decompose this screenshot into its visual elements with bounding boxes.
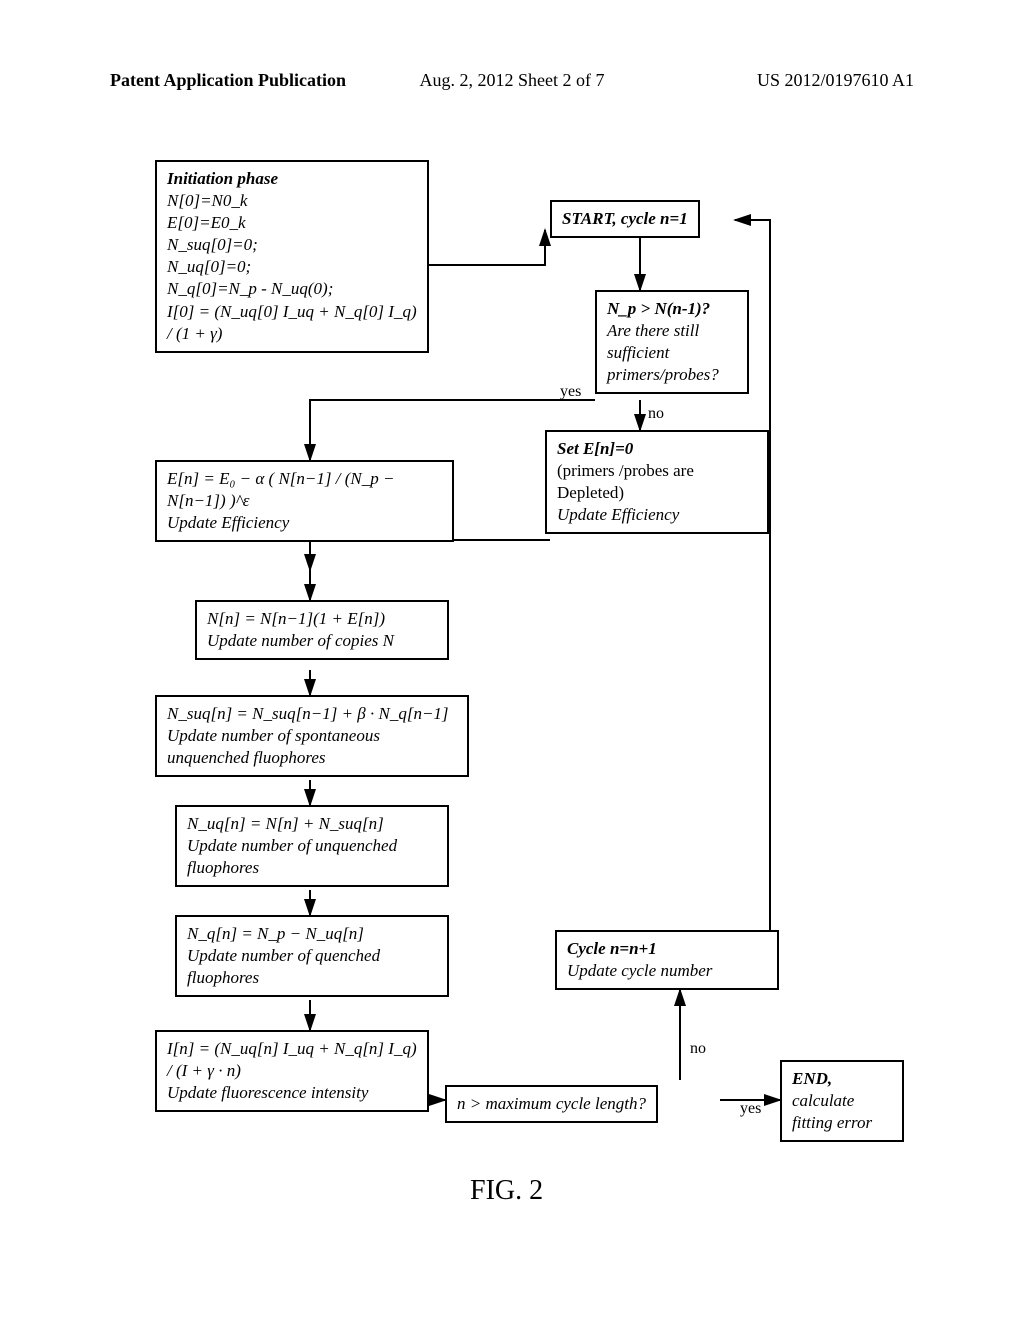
sete0-l1: Set E[n]=0 (557, 438, 757, 460)
init-l6: I[0] = (N_uq[0] I_uq + N_q[0] I_q) / (1 … (167, 301, 417, 345)
check-q: N_p > N(n-1)? (607, 298, 737, 320)
box-initiation: Initiation phase N[0]=N0_k E[0]=E0_k N_s… (155, 160, 429, 353)
intensity-formula: I[n] = (N_uq[n] I_uq + N_q[n] I_q) / (I … (167, 1038, 417, 1082)
uq-cap: Update number of unquenched fluophores (187, 835, 437, 879)
sete0-l3: Depleted) (557, 482, 757, 504)
label-no-1: no (648, 405, 664, 423)
box-maxcycle: n > maximum cycle length? (445, 1085, 658, 1123)
header-center: Aug. 2, 2012 Sheet 2 of 7 (420, 70, 605, 91)
figure-label: FIG. 2 (470, 1175, 543, 1207)
box-end: END, calculate fitting error (780, 1060, 904, 1142)
eff-cap: Update Efficiency (167, 512, 442, 534)
eff-formula: E[n] = E₀ − α ( N[n−1] / (N_p − N[n−1]) … (167, 468, 442, 512)
init-l2: E[0]=E0_k (167, 212, 417, 234)
box-check-primers: N_p > N(n-1)? Are there still sufficient… (595, 290, 749, 394)
box-copies: N[n] = N[n−1](1 + E[n]) Update number of… (195, 600, 449, 660)
init-l3: N_suq[0]=0; (167, 234, 417, 256)
init-l5: N_q[0]=N_p - N_uq(0); (167, 278, 417, 300)
box-intensity: I[n] = (N_uq[n] I_uq + N_q[n] I_q) / (I … (155, 1030, 429, 1112)
q-cap: Update number of quenched fluophores (187, 945, 437, 989)
q-formula: N_q[n] = N_p − N_uq[n] (187, 923, 437, 945)
label-yes-1: yes (560, 383, 581, 401)
copies-formula: N[n] = N[n−1](1 + E[n]) (207, 608, 437, 630)
box-suq: N_suq[n] = N_suq[n−1] + β · N_q[n−1] Upd… (155, 695, 469, 777)
check-cap: Are there still sufficient primers/probe… (607, 320, 737, 386)
label-no-2: no (690, 1040, 706, 1058)
sete0-cap: Update Efficiency (557, 504, 757, 526)
suq-formula: N_suq[n] = N_suq[n−1] + β · N_q[n−1] (167, 703, 457, 725)
end-l3: fitting error (792, 1112, 892, 1134)
init-title: Initiation phase (167, 168, 417, 190)
nextcycle-cap: Update cycle number (567, 960, 767, 982)
box-efficiency: E[n] = E₀ − α ( N[n−1] / (N_p − N[n−1]) … (155, 460, 454, 542)
init-l1: N[0]=N0_k (167, 190, 417, 212)
box-nextcycle: Cycle n=n+1 Update cycle number (555, 930, 779, 990)
box-q: N_q[n] = N_p − N_uq[n] Update number of … (175, 915, 449, 997)
intensity-cap: Update fluorescence intensity (167, 1082, 417, 1104)
header-left: Patent Application Publication (110, 70, 346, 90)
suq-cap: Update number of spontaneous unquenched … (167, 725, 457, 769)
uq-formula: N_uq[n] = N[n] + N_suq[n] (187, 813, 437, 835)
init-l4: N_uq[0]=0; (167, 256, 417, 278)
start-text: START, cycle n=1 (562, 209, 688, 228)
flowchart-arrows (0, 140, 1024, 1220)
end-l2: calculate (792, 1090, 892, 1112)
maxcycle-text: n > maximum cycle length? (457, 1094, 646, 1113)
label-yes-2: yes (740, 1100, 761, 1118)
box-start: START, cycle n=1 (550, 200, 700, 238)
sete0-l2: (primers /probes are (557, 460, 757, 482)
box-set-e0: Set E[n]=0 (primers /probes are Depleted… (545, 430, 769, 534)
copies-cap: Update number of copies N (207, 630, 437, 652)
flowchart: Initiation phase N[0]=N0_k E[0]=E0_k N_s… (0, 140, 1024, 1220)
header-right: US 2012/0197610 A1 (757, 70, 914, 91)
nextcycle-l1: Cycle n=n+1 (567, 938, 767, 960)
end-l1: END, (792, 1068, 892, 1090)
box-uq: N_uq[n] = N[n] + N_suq[n] Update number … (175, 805, 449, 887)
